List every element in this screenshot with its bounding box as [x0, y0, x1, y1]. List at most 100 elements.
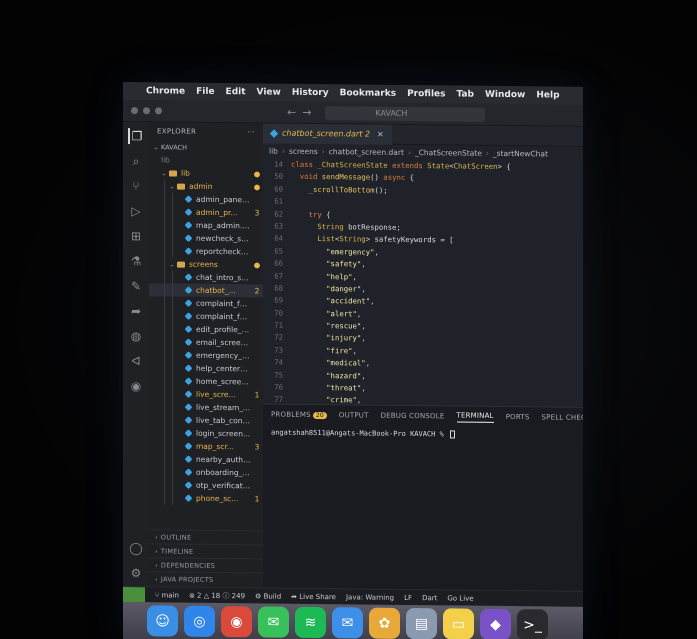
- chrome-app-icon[interactable]: ◉: [221, 606, 252, 638]
- photos-app-icon[interactable]: ✿: [369, 607, 400, 639]
- breadcrumb-item[interactable]: chatbot_screen.dart: [329, 147, 404, 157]
- panel-tab-problems[interactable]: PROBLEMS 20: [271, 411, 327, 420]
- tree-file[interactable]: help_center_s...: [149, 361, 263, 375]
- section-java-projects[interactable]: › JAVA PROJECTS: [149, 571, 263, 587]
- flutter-icon[interactable]: ᐊ: [128, 353, 144, 369]
- tree-file[interactable]: lib: [149, 153, 263, 167]
- terminal[interactable]: angatshah8511@Angats-MacBook-Pro KAVACH …: [263, 424, 583, 443]
- forward-arrow-icon[interactable]: →: [302, 106, 311, 119]
- notes-app-icon[interactable]: ▭: [443, 608, 474, 639]
- panel-tab-output[interactable]: OUTPUT: [339, 411, 369, 419]
- tree-file[interactable]: chat_intro_scr...: [149, 270, 263, 284]
- project-root[interactable]: ⌄ KAVACH: [149, 140, 263, 154]
- tree-file[interactable]: reportcheck_s...: [149, 244, 263, 258]
- zoom-window-button[interactable]: [155, 107, 162, 115]
- build-status[interactable]: ⚙ Build: [255, 592, 281, 600]
- breadcrumb-item[interactable]: _ChatScreenState: [415, 148, 482, 158]
- menu-history[interactable]: History: [292, 88, 329, 98]
- chevron-down-icon: ⌄: [169, 259, 175, 269]
- spotify-app-icon[interactable]: ≋: [295, 606, 326, 639]
- panel-tab-terminal[interactable]: TERMINAL: [456, 410, 494, 423]
- edit-icon[interactable]: ✎: [128, 278, 144, 294]
- tree-file[interactable]: map_scr... 3: [149, 439, 263, 453]
- tree-file[interactable]: phone_sc... 1: [149, 491, 263, 505]
- tree-file[interactable]: nearby_author...: [149, 452, 263, 466]
- section-outline[interactable]: › OUTLINE: [149, 529, 263, 545]
- account-icon[interactable]: ◯: [128, 540, 144, 556]
- docker-icon[interactable]: ◉: [128, 378, 144, 394]
- code-editor[interactable]: 14 class _ChatScreenState extends State<C…: [263, 157, 583, 406]
- close-tab-icon[interactable]: ×: [377, 130, 384, 139]
- copilot-icon[interactable]: ◍: [128, 328, 144, 344]
- tree-file[interactable]: edit_profile_s...: [149, 322, 263, 336]
- menu-view[interactable]: View: [257, 87, 281, 97]
- tree-file[interactable]: email_screen...: [149, 335, 263, 349]
- run-debug-icon[interactable]: ▷: [128, 203, 144, 219]
- tree-file[interactable]: map_admin.d...: [149, 218, 263, 232]
- menu-bookmarks[interactable]: Bookmarks: [340, 88, 396, 99]
- explorer-icon[interactable]: ❐: [128, 128, 144, 145]
- tree-file[interactable]: live_tab_cont...: [149, 413, 263, 427]
- tree-folder[interactable]: ⌄ admin ●: [149, 179, 263, 193]
- tree-file[interactable]: admin_pr... 3: [149, 205, 263, 219]
- mail-app-icon[interactable]: ✉: [332, 607, 363, 639]
- menu-tab[interactable]: Tab: [457, 89, 475, 99]
- tree-file[interactable]: live_stream_...: [149, 400, 263, 414]
- tree-file[interactable]: chatbot_... 2: [149, 283, 263, 298]
- obsidian-app-icon[interactable]: ◆: [480, 608, 511, 639]
- tree-file[interactable]: emergency_c...: [149, 348, 263, 362]
- menu-help[interactable]: Help: [536, 90, 559, 100]
- breadcrumb-item[interactable]: screens: [289, 146, 318, 155]
- menu-edit[interactable]: Edit: [226, 87, 246, 97]
- panel-tab-debug-console[interactable]: DEBUG CONSOLE: [381, 412, 445, 421]
- safari-app-icon[interactable]: ◎: [184, 605, 215, 637]
- tree-folder[interactable]: ⌄ lib ●: [149, 166, 263, 180]
- panel-tab-ports[interactable]: PORTS: [506, 413, 530, 421]
- java-status[interactable]: Java: Warning: [346, 593, 394, 602]
- tree-file[interactable]: otp_verificatio...: [149, 478, 263, 492]
- tree-file[interactable]: admin_panel...: [149, 192, 263, 206]
- live-share-icon[interactable]: ➦: [128, 303, 144, 319]
- extensions-icon[interactable]: ⊞: [128, 228, 144, 244]
- tree-file[interactable]: onboarding_s...: [149, 465, 263, 479]
- finder-app-icon[interactable]: ☺: [147, 605, 178, 637]
- preview-app-icon[interactable]: ▤: [406, 607, 437, 639]
- tree-file[interactable]: home_screen...: [149, 374, 263, 388]
- section-timeline[interactable]: › TIMELINE: [149, 543, 263, 559]
- messages-app-icon[interactable]: ✉: [258, 606, 289, 638]
- panel-tab-spell-checker[interactable]: SPELL CHECKER: [542, 413, 583, 422]
- tree-file[interactable]: newcheck_scr...: [149, 231, 263, 245]
- minimize-window-button[interactable]: [143, 107, 150, 115]
- back-arrow-icon[interactable]: ←: [287, 106, 296, 119]
- tree-folder[interactable]: ⌄ screens ●: [149, 257, 263, 271]
- remote-indicator[interactable]: [123, 586, 145, 603]
- tree-file[interactable]: login_screen...: [149, 426, 263, 440]
- go-live-status[interactable]: Go Live: [447, 594, 473, 602]
- live-share-status[interactable]: ➦ Live Share: [291, 592, 336, 600]
- line-number: 64: [274, 233, 283, 244]
- terminal-app-icon[interactable]: >_: [517, 609, 548, 639]
- explorer-more-icon[interactable]: ···: [247, 128, 255, 136]
- close-window-button[interactable]: [131, 107, 138, 115]
- source-control-icon[interactable]: ⑂: [128, 178, 144, 194]
- problems-status[interactable]: ⊗ 2 △ 18 ⓘ 249: [189, 590, 245, 601]
- branch-status[interactable]: ⑂ main: [155, 591, 179, 599]
- tab-chatbot-screen[interactable]: chatbot_screen.dart 2 ×: [263, 122, 392, 145]
- command-center-search[interactable]: KAVACH: [325, 105, 486, 122]
- tree-file[interactable]: complaint_for...: [149, 309, 263, 323]
- menu-file[interactable]: File: [196, 87, 214, 97]
- tree-file[interactable]: complaint_for...: [149, 296, 263, 310]
- breadcrumb-item[interactable]: _startNewChat: [493, 148, 548, 158]
- search-icon[interactable]: ⌕: [128, 153, 144, 169]
- tree-file[interactable]: live_scre... 1: [149, 387, 263, 401]
- menu-window[interactable]: Window: [485, 90, 525, 100]
- breadcrumb-item[interactable]: lib: [269, 146, 278, 155]
- language-status[interactable]: Dart: [422, 594, 437, 602]
- menu-chrome[interactable]: Chrome: [146, 86, 185, 96]
- problems-count-badge: 20: [312, 411, 327, 420]
- eol-status[interactable]: LF: [404, 593, 412, 601]
- menu-profiles[interactable]: Profiles: [407, 89, 445, 99]
- section-dependencies[interactable]: › DEPENDENCIES: [149, 557, 263, 573]
- testing-icon[interactable]: ⚗: [128, 253, 144, 269]
- settings-gear-icon[interactable]: ⚙: [128, 565, 144, 581]
